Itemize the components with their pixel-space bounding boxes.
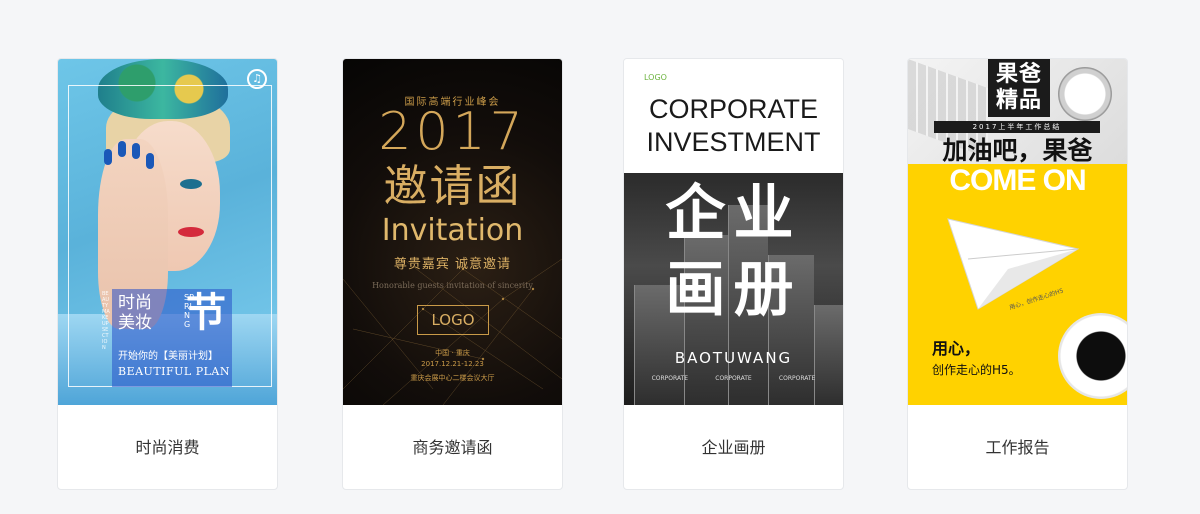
poster-thumbnail[interactable]: LOGO CORPORATE INVESTMENT 企业 画册 BAOTUWAN… bbox=[624, 59, 843, 405]
template-card-invitation[interactable]: 国际高端行业峰会 2017 邀请函 Invitation 尊贵嘉宾 诚意邀请 H… bbox=[342, 58, 563, 490]
music-note-icon[interactable]: ♫ bbox=[247, 69, 267, 89]
card-caption[interactable]: 工作报告 bbox=[908, 405, 1127, 489]
poster-title-line1: 企业 bbox=[665, 179, 802, 249]
poster-thumbnail[interactable]: 国际高端行业峰会 2017 邀请函 Invitation 尊贵嘉宾 诚意邀请 H… bbox=[343, 59, 562, 405]
poster-year: 2017 bbox=[378, 102, 527, 162]
alarm-clock-icon bbox=[1058, 67, 1112, 121]
template-card-corporate[interactable]: LOGO CORPORATE INVESTMENT 企业 画册 BAOTUWAN… bbox=[623, 58, 844, 490]
promo-line1: 时尚 bbox=[118, 293, 152, 313]
promo-line2: 美妆 bbox=[118, 313, 152, 333]
coffee-cup-icon bbox=[1058, 313, 1127, 399]
poster-brand: BAOTUWANG bbox=[674, 349, 793, 367]
poster-slogan-line2: 创作走心的H5。 bbox=[932, 363, 1021, 377]
promo-slogan: BEAUTIFUL PLAN bbox=[118, 365, 230, 378]
poster-venue: 重庆会展中心二楼会议大厅 bbox=[410, 374, 495, 382]
poster-title-cn: 邀请函 bbox=[383, 161, 522, 212]
template-card-fashion[interactable]: ♫ BEAUTY MAKE UP SECTION 时尚 美妆 SPRING 节 … bbox=[57, 58, 278, 490]
promo-big-char: 节 bbox=[186, 290, 226, 336]
poster-logo: LOGO bbox=[417, 305, 489, 335]
poster-date: 2017.12.21-12.23 bbox=[421, 360, 484, 368]
poster-thumbnail[interactable]: ♫ BEAUTY MAKE UP SECTION 时尚 美妆 SPRING 节 … bbox=[58, 59, 277, 405]
card-caption[interactable]: 企业画册 bbox=[624, 405, 843, 489]
promo-block: 时尚 美妆 SPRING 节 开始你的【美丽计划】 BEAUTIFUL PLAN bbox=[112, 289, 232, 387]
poster-slogan-line1: 用心， bbox=[932, 339, 981, 358]
poster-come-on: COME ON bbox=[949, 164, 1086, 197]
poster-footer: CORPORATE CORPORATE CORPORATE bbox=[624, 375, 843, 382]
card-caption[interactable]: 时尚消费 bbox=[58, 405, 277, 489]
poster-title-en: Invitation bbox=[381, 213, 524, 248]
poster-subtitle-en: Honorable guests invitation of sincerity bbox=[372, 281, 533, 290]
card-caption[interactable]: 商务邀请函 bbox=[343, 405, 562, 489]
footer-item: CORPORATE bbox=[651, 375, 689, 382]
promo-subtitle: 开始你的【美丽计划】 bbox=[118, 351, 218, 362]
side-text: BEAUTY MAKE UP SECTION bbox=[102, 291, 110, 351]
footer-item: CORPORATE bbox=[778, 375, 816, 382]
poster-heading-line1: CORPORATE bbox=[648, 94, 818, 124]
poster-place: 中国 · 重庆 bbox=[435, 349, 470, 357]
poster-heading: CORPORATE INVESTMENT bbox=[624, 93, 843, 159]
poster-thumbnail[interactable]: 果爸 精品 2017上半年工作总结 加油吧，果爸 COME ON 用心，创作走心… bbox=[908, 59, 1127, 405]
poster-title-line2: 画册 bbox=[665, 255, 802, 325]
poster-heading-line2: INVESTMENT bbox=[646, 127, 821, 157]
poster-logo: 果爸 精品 bbox=[988, 59, 1050, 117]
template-card-report[interactable]: 果爸 精品 2017上半年工作总结 加油吧，果爸 COME ON 用心，创作走心… bbox=[907, 58, 1128, 490]
poster-subtitle: 尊贵嘉宾 诚意邀请 bbox=[393, 257, 512, 272]
poster-logo: LOGO bbox=[644, 73, 667, 82]
footer-item: CORPORATE bbox=[715, 375, 752, 382]
poster-bar: 2017上半年工作总结 bbox=[934, 121, 1100, 133]
